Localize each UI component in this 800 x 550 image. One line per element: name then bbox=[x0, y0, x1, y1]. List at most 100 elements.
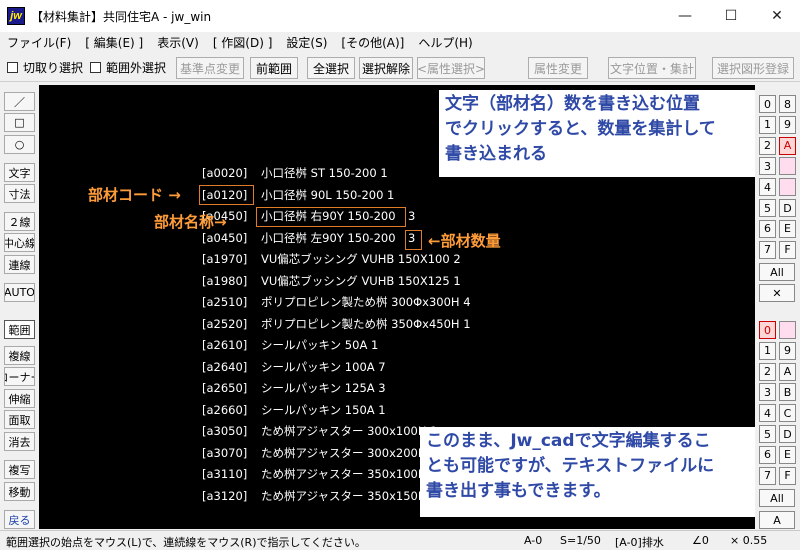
center-line-tool-button[interactable]: 中心線 bbox=[4, 233, 35, 252]
maximize-button[interactable]: ☐ bbox=[708, 0, 754, 32]
dimension-tool-button[interactable]: 寸法 bbox=[4, 184, 35, 203]
material-code: [a2520] bbox=[202, 316, 248, 331]
range-tool-button[interactable]: 範囲 bbox=[4, 320, 35, 339]
material-name: ため桝アジャスター 300x100H 1 bbox=[261, 424, 438, 438]
material-code: [a1970] bbox=[202, 252, 248, 266]
move-tool-button[interactable]: 移動 bbox=[4, 482, 35, 501]
layer-button[interactable]: 3 bbox=[759, 157, 776, 176]
pen-button[interactable]: 8 bbox=[779, 95, 796, 113]
zoom-indicator[interactable]: × 0.55 bbox=[730, 534, 767, 547]
rect-tool-button[interactable]: □ bbox=[4, 113, 35, 132]
pen-button[interactable]: 9 bbox=[779, 115, 796, 134]
layer-button[interactable]: 1 bbox=[759, 341, 776, 360]
pen-button[interactable]: F bbox=[779, 466, 796, 485]
attribute-change-button[interactable]: 属性変更 bbox=[528, 57, 588, 79]
callout-line: 書き出す事もできます。 bbox=[426, 481, 611, 501]
text-tool-button[interactable]: 文字 bbox=[4, 163, 35, 182]
close-button[interactable]: ✕ bbox=[754, 0, 800, 32]
pen-button[interactable] bbox=[779, 157, 796, 176]
base-point-change-button[interactable]: 基準点変更 bbox=[176, 57, 244, 79]
stretch-tool-button[interactable]: 伸縮 bbox=[4, 389, 35, 408]
pen-button[interactable]: E bbox=[779, 219, 796, 238]
minimize-button[interactable]: — bbox=[662, 0, 708, 32]
chamfer-tool-button[interactable]: 面取 bbox=[4, 410, 35, 429]
all-layers-button[interactable]: All bbox=[759, 263, 795, 281]
pen-button[interactable]: C bbox=[779, 404, 796, 423]
text-position-sum-button[interactable]: 文字位置・集計 bbox=[608, 57, 696, 79]
menu-other[interactable]: [その他(A)] bbox=[334, 34, 411, 51]
menu-draw[interactable]: [ 作図(D) ] bbox=[206, 34, 280, 51]
table-row[interactable]: [a2610] シールパッキン 50A 1 bbox=[39, 335, 755, 355]
paper-indicator[interactable]: A-0 bbox=[524, 534, 542, 547]
menu-help[interactable]: ヘルプ(H) bbox=[411, 34, 479, 51]
layer-button[interactable]: 2 bbox=[759, 136, 776, 155]
layer-button[interactable]: 6 bbox=[759, 445, 776, 464]
layer-button[interactable]: 6 bbox=[759, 219, 776, 238]
erase-tool-button[interactable]: 消去 bbox=[4, 432, 35, 451]
copy-tool-button[interactable]: 複写 bbox=[4, 460, 35, 479]
checkbox-box[interactable] bbox=[7, 62, 18, 73]
layer-button[interactable]: 4 bbox=[759, 178, 776, 197]
layer-button[interactable]: 2 bbox=[759, 362, 776, 381]
drawing-canvas[interactable]: [a0020] 小口径桝 ST 150-200 1 [a0120] 小口径桝 90L … bbox=[39, 85, 755, 529]
layer-button[interactable]: 4 bbox=[759, 404, 776, 423]
pen-button[interactable]: E bbox=[779, 445, 796, 464]
material-qty: 3 bbox=[408, 209, 416, 223]
continuous-line-tool-button[interactable]: 連線 bbox=[4, 255, 35, 274]
pen-button[interactable] bbox=[779, 178, 796, 197]
layer-button[interactable]: 7 bbox=[759, 466, 776, 485]
close-layer-icon[interactable]: ✕ bbox=[759, 284, 795, 302]
table-row[interactable]: [a1970] VU偏芯ブッシング VUHB 150X100 2 bbox=[39, 249, 755, 269]
menu-view[interactable]: 表示(V) bbox=[150, 34, 206, 51]
line-tool-button[interactable]: ／ bbox=[4, 92, 35, 111]
layer-button[interactable]: 5 bbox=[759, 425, 776, 443]
select-all-button[interactable]: 全選択 bbox=[307, 57, 355, 79]
layer-button[interactable]: 7 bbox=[759, 240, 776, 259]
table-row[interactable]: [a2640] シールパッキン 100A 7 bbox=[39, 357, 755, 377]
menu-settings[interactable]: 設定(S) bbox=[279, 34, 334, 51]
layer-indicator[interactable]: [A-0]排水 bbox=[615, 534, 664, 550]
pen-button[interactable] bbox=[779, 321, 796, 339]
checkbox-label: 範囲外選択 bbox=[106, 61, 167, 75]
layer-button[interactable]: 0 bbox=[759, 95, 776, 113]
table-row[interactable]: [a2520] ポリプロピレン製ため桝 350Φx450H 1 bbox=[39, 314, 755, 334]
menu-edit[interactable]: [ 編集(E) ] bbox=[78, 34, 150, 51]
layer-button[interactable]: 3 bbox=[759, 383, 776, 402]
layer-button[interactable]: 0 bbox=[759, 321, 776, 339]
scale-indicator[interactable]: S=1/50 bbox=[560, 534, 601, 547]
circle-tool-button[interactable]: ○ bbox=[4, 135, 35, 154]
callout-line: 書き込まれる bbox=[445, 144, 547, 164]
deselect-button[interactable]: 選択解除 bbox=[359, 57, 413, 79]
pen-button[interactable]: A bbox=[779, 362, 796, 381]
previous-range-button[interactable]: 前範囲 bbox=[250, 57, 298, 79]
table-row[interactable]: [a1980] VU偏芯ブッシング VUHB 150X125 1 bbox=[39, 271, 755, 291]
all-pens-button[interactable]: All bbox=[759, 489, 795, 507]
pen-button[interactable]: D bbox=[779, 199, 796, 217]
pen-button[interactable]: 9 bbox=[779, 341, 796, 360]
pen-button[interactable]: A bbox=[779, 136, 796, 155]
table-row[interactable]: [a2510] ポリプロピレン製ため桝 300Φx300H 4 bbox=[39, 292, 755, 312]
auto-mode-button[interactable]: AUTO bbox=[4, 283, 35, 302]
pen-a-button[interactable]: A bbox=[759, 511, 795, 529]
checkbox-box[interactable] bbox=[90, 62, 102, 73]
double-line-tool-button[interactable]: ２線 bbox=[4, 212, 35, 231]
cut-select-checkbox[interactable]: 切取り選択 bbox=[7, 59, 83, 76]
register-selection-button[interactable]: 選択図形登録 bbox=[712, 57, 794, 79]
pen-button[interactable]: B bbox=[779, 383, 796, 402]
layer-button[interactable]: 1 bbox=[759, 115, 776, 134]
undo-button[interactable]: 戻る bbox=[4, 510, 35, 529]
outside-select-checkbox[interactable]: 範囲外選択 bbox=[90, 59, 166, 76]
menu-file[interactable]: ファイル(F) bbox=[0, 34, 78, 51]
attribute-select-button[interactable]: <属性選択> bbox=[417, 57, 485, 79]
material-name: シールパッキン 125A 3 bbox=[261, 381, 386, 395]
layer-button[interactable]: 5 bbox=[759, 199, 776, 217]
table-row[interactable]: [a2660] シールパッキン 150A 1 bbox=[39, 400, 755, 420]
code-highlight-box bbox=[199, 185, 254, 205]
angle-indicator[interactable]: ∠0 bbox=[692, 534, 709, 547]
pen-button[interactable]: D bbox=[779, 425, 796, 443]
table-row[interactable]: [a0450] 小口径桝 左90Y 150-200 3 bbox=[39, 228, 755, 248]
pen-button[interactable]: F bbox=[779, 240, 796, 259]
table-row[interactable]: [a2650] シールパッキン 125A 3 bbox=[39, 378, 755, 398]
parallel-line-tool-button[interactable]: 複線 bbox=[4, 346, 35, 365]
corner-tool-button[interactable]: コーナー bbox=[4, 367, 35, 386]
